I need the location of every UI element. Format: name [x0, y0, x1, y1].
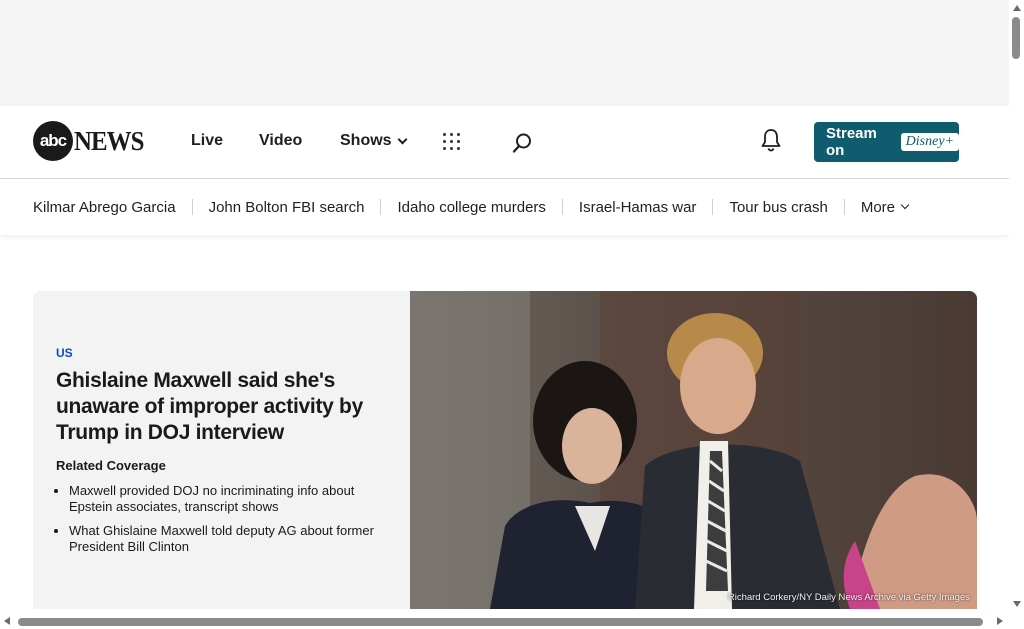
- divider: [561, 199, 563, 215]
- site-header: abc NEWS Live Video Shows Stream on Disn…: [0, 106, 1009, 179]
- vertical-scrollbar[interactable]: [1009, 0, 1024, 614]
- horizontal-scrollbar-thumb[interactable]: [18, 618, 983, 626]
- hero-image[interactable]: Richard Corkery/NY Daily News Archive vi…: [410, 291, 977, 609]
- related-link[interactable]: Maxwell provided DOJ no incriminating in…: [69, 483, 386, 515]
- divider: [191, 199, 193, 215]
- trending-item[interactable]: Israel-Hamas war: [579, 199, 697, 216]
- trending-item[interactable]: Tour bus crash: [729, 199, 827, 216]
- trending-item[interactable]: Idaho college murders: [397, 199, 545, 216]
- disney-plus-logo: Disney+: [900, 133, 959, 151]
- trending-item[interactable]: Kilmar Abrego Garcia: [33, 199, 176, 216]
- more-label: More: [860, 198, 896, 216]
- ad-space: [0, 0, 1009, 106]
- chevron-down-icon: [900, 200, 910, 210]
- nav-shows[interactable]: Shows: [340, 132, 408, 150]
- grid-icon[interactable]: [443, 133, 460, 150]
- section-tag[interactable]: US: [56, 346, 386, 360]
- related-coverage-list: Maxwell provided DOJ no incriminating in…: [56, 483, 386, 555]
- stream-button-label: Stream on: [826, 125, 877, 159]
- search-icon[interactable]: [511, 132, 533, 154]
- logo-circle: abc: [33, 121, 73, 161]
- nav-video[interactable]: Video: [259, 132, 302, 150]
- horizontal-scrollbar[interactable]: [0, 614, 1009, 629]
- scroll-up-arrow-icon[interactable]: [1013, 5, 1021, 11]
- photo-credit: Richard Corkery/NY Daily News Archive vi…: [727, 592, 970, 603]
- chevron-down-icon: [397, 134, 408, 144]
- stream-on-disney-button[interactable]: Stream on Disney+: [814, 122, 959, 162]
- trending-item[interactable]: John Bolton FBI search: [209, 199, 365, 216]
- divider: [712, 199, 714, 215]
- scroll-down-arrow-icon[interactable]: [1013, 601, 1021, 607]
- related-link[interactable]: What Ghislaine Maxwell told deputy AG ab…: [69, 523, 386, 555]
- vertical-scrollbar-thumb[interactable]: [1012, 17, 1020, 59]
- abc-news-logo[interactable]: abc NEWS: [33, 120, 150, 162]
- headline[interactable]: Ghislaine Maxwell said she's unaware of …: [56, 368, 386, 446]
- bell-icon[interactable]: [760, 127, 782, 153]
- hero-text: US Ghislaine Maxwell said she's unaware …: [56, 346, 386, 563]
- nav-shows-label: Shows: [340, 132, 392, 149]
- hero-photo: [410, 291, 977, 609]
- logo-word: NEWS: [74, 125, 144, 156]
- related-coverage-title: Related Coverage: [56, 458, 166, 473]
- divider: [843, 199, 845, 215]
- trending-topics-bar: Kilmar Abrego Garcia John Bolton FBI sea…: [0, 179, 1009, 235]
- scrollbar-corner: [1009, 614, 1024, 629]
- more-topics-button[interactable]: More: [860, 198, 910, 216]
- hero-story-card: US Ghislaine Maxwell said she's unaware …: [33, 291, 977, 609]
- scroll-left-arrow-icon[interactable]: [4, 617, 10, 625]
- scroll-right-arrow-icon[interactable]: [997, 617, 1003, 625]
- nav-live[interactable]: Live: [191, 132, 223, 150]
- divider: [380, 199, 382, 215]
